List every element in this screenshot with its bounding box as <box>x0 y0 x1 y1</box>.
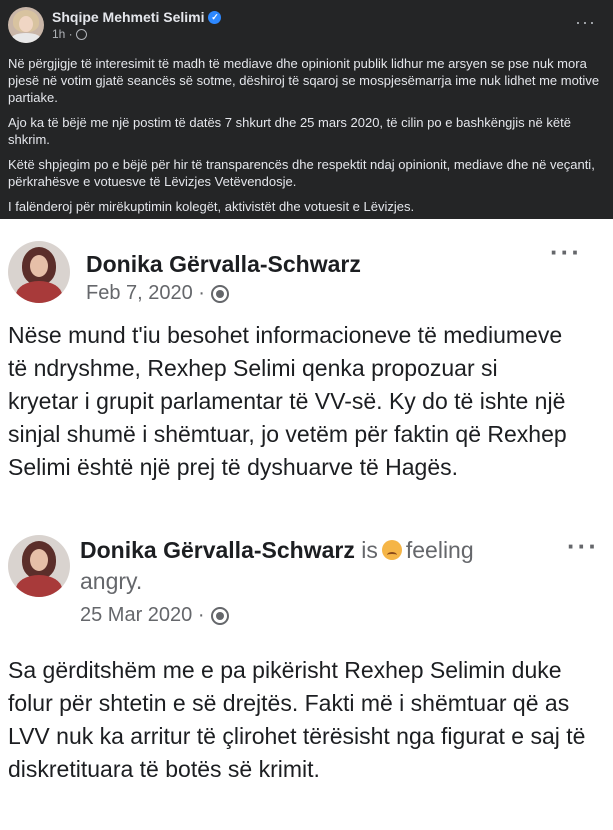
embedded-post-date: 25 Mar 2020 · <box>80 604 229 627</box>
globe-icon <box>75 28 87 40</box>
verified-badge-icon: ✓ <box>208 10 222 24</box>
embedded-author-avatar <box>8 241 70 303</box>
feeling-prefix: is <box>361 537 378 563</box>
embedded-post-text: Sa gërditshëm me e pa pikërisht Rexhep S… <box>8 657 586 782</box>
author-name-row: Shqipe Mehmeti Selimi ✓ <box>52 9 222 25</box>
more-options-icon[interactable]: ··· <box>575 12 596 33</box>
post-paragraph: I falënderoj për mirëkuptimin kolegët, a… <box>8 199 415 214</box>
attached-screenshot[interactable]: Donika Gërvalla-Schwarz Feb 7, 2020 · ··… <box>0 219 613 830</box>
feeling-value: angry. <box>80 568 143 594</box>
post-paragraph: Në përgjigje të interesimit të madh të m… <box>8 56 600 105</box>
facebook-post: Shqipe Mehmeti Selimi ✓ 1h · ··· Në përg… <box>0 0 613 219</box>
angry-emoji-icon <box>381 540 402 560</box>
author-name[interactable]: Shqipe Mehmeti Selimi <box>52 9 204 25</box>
embedded-author-line: Donika Gërvalla-Schwarz is feeling <box>80 537 474 564</box>
post-meta: 1h · <box>52 27 87 41</box>
embedded-author-avatar <box>8 535 70 597</box>
embedded-date-text: 25 Mar 2020 · <box>80 604 205 626</box>
post-time[interactable]: 1h · <box>52 27 73 41</box>
globe-icon <box>210 284 229 303</box>
embedded-author-name: Donika Gërvalla-Schwarz <box>80 537 355 563</box>
more-options-icon: ··· <box>567 531 599 561</box>
post-text: Në përgjigje të interesimit të madh të m… <box>8 55 606 223</box>
more-options-icon: ··· <box>550 237 582 267</box>
feeling-value-line: angry. <box>80 568 142 595</box>
globe-icon <box>210 606 229 625</box>
embedded-author-name: Donika Gërvalla-Schwarz <box>86 251 361 277</box>
embedded-post-text: Nëse mund t'iu besohet informacioneve të… <box>8 322 567 480</box>
post-paragraph: Ajo ka të bëjë me një postim të datës 7 … <box>8 115 571 147</box>
embedded-post-date: Feb 7, 2020 · <box>86 282 229 305</box>
post-paragraph: Këtë shpjegim po e bëjë për hir të trans… <box>8 157 595 189</box>
embedded-date-text: Feb 7, 2020 · <box>86 282 205 304</box>
feeling-word: feeling <box>405 537 474 563</box>
author-avatar[interactable] <box>8 7 44 43</box>
